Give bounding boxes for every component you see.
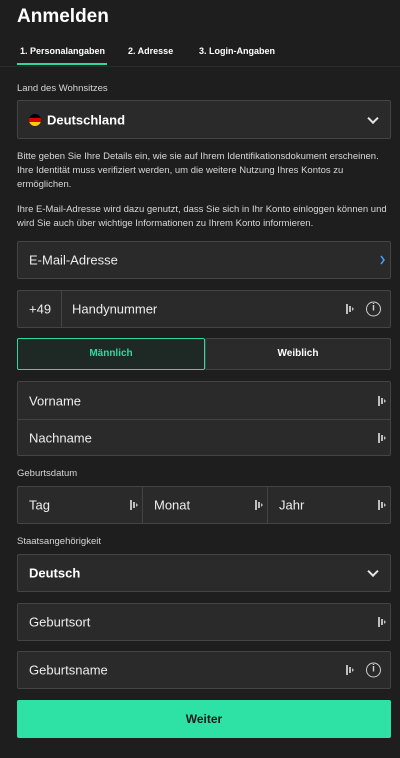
month-field[interactable]: Monat (143, 487, 267, 523)
birthdate-label: Geburtsdatum (17, 468, 78, 479)
gender-female-button[interactable]: Weiblich (205, 338, 391, 370)
phone-placeholder: Handynummer (72, 301, 158, 317)
birthplace-placeholder: Geburtsort (29, 614, 91, 630)
gender-male-button[interactable]: Männlich (17, 338, 205, 370)
year-field[interactable]: Jahr (268, 487, 390, 523)
first-name-field[interactable]: Vorname (18, 382, 390, 419)
password-manager-icon (378, 433, 386, 443)
step-personal-data[interactable]: 1. Personalangaben (20, 46, 105, 56)
last-name-field[interactable]: Nachname (18, 420, 390, 456)
year-placeholder: Jahr (279, 497, 305, 513)
last-name-placeholder: Nachname (29, 430, 92, 446)
country-value: Deutschland (47, 112, 126, 127)
step-address[interactable]: 2. Adresse (128, 46, 173, 56)
germany-flag-icon (29, 113, 41, 126)
email-placeholder: E-Mail-Adresse (29, 252, 118, 268)
country-label: Land des Wohnsitzes (17, 83, 108, 94)
autofill-icon (380, 255, 385, 265)
month-placeholder: Monat (154, 497, 191, 513)
password-manager-icon (378, 395, 386, 406)
email-info-text: Ihre E-Mail-Adresse wird dazu genutzt, d… (17, 204, 387, 229)
continue-button[interactable]: Weiter (17, 700, 391, 738)
nationality-label: Staatsangehörigkeit (17, 536, 101, 547)
password-manager-icon (130, 500, 138, 510)
info-icon[interactable]: i (366, 662, 381, 678)
nationality-value: Deutsch (29, 565, 81, 581)
step-login-data[interactable]: 3. Login-Angaben (199, 46, 275, 56)
birthname-field[interactable]: Geburtsname i (17, 651, 391, 689)
phone-prefix[interactable]: +49 (29, 302, 51, 317)
birthdate-fields: Tag Monat Jahr (17, 486, 391, 524)
birthplace-field[interactable]: Geburtsort (17, 603, 391, 641)
steps-divider (0, 66, 400, 67)
info-icon[interactable]: i (366, 301, 381, 317)
password-manager-icon (346, 304, 354, 314)
prefix-divider (61, 291, 62, 327)
name-fields: Vorname Nachname (17, 381, 391, 456)
page-title: Anmelden (17, 6, 109, 27)
country-select[interactable]: Deutschland (17, 100, 391, 139)
day-field[interactable]: Tag (18, 487, 142, 523)
chevron-down-icon (367, 112, 379, 124)
day-placeholder: Tag (29, 497, 50, 513)
birthname-placeholder: Geburtsname (29, 662, 108, 678)
password-manager-icon (378, 617, 386, 627)
identity-info-text: Bitte geben Sie Ihre Details ein, wie si… (17, 151, 379, 190)
step-tabs: 1. Personalangaben 2. Adresse 3. Login-A… (0, 42, 400, 66)
password-manager-icon (255, 500, 263, 510)
nationality-select[interactable]: Deutsch (17, 554, 391, 592)
first-name-placeholder: Vorname (29, 393, 82, 408)
email-field[interactable]: E-Mail-Adresse (17, 241, 391, 279)
active-step-indicator (17, 63, 107, 65)
password-manager-icon (346, 665, 354, 675)
phone-field[interactable]: +49 Handynummer i (17, 290, 391, 328)
password-manager-icon (378, 500, 386, 510)
chevron-down-icon (367, 565, 379, 578)
